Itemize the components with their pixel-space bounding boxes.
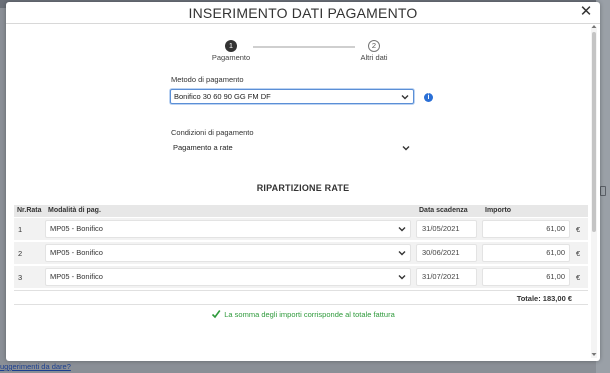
installment-number: 2 (18, 249, 23, 258)
validation-text: La somma degli importi corrisponde al to… (224, 310, 395, 319)
step-other-data[interactable]: 2 Altri dati (352, 40, 396, 62)
installment-mode-value: MP05 - Bonifico (50, 224, 103, 233)
info-icon[interactable]: i (424, 93, 433, 102)
payment-method-select[interactable]: Bonifico 30 60 90 GG FM DF (170, 89, 414, 104)
total-amount: Totale: 183,00 € (516, 294, 572, 303)
payment-terms-value: Pagamento a rate (173, 143, 233, 152)
stepper-connector (253, 46, 355, 48)
modal-header: INSERIMENTO DATI PAGAMENTO ✕ (6, 2, 600, 24)
installment-number: 3 (18, 273, 23, 282)
currency-symbol: € (576, 249, 581, 258)
step-label: Pagamento (211, 53, 251, 62)
close-icon[interactable]: ✕ (578, 4, 594, 20)
installment-due-date-input[interactable]: 30/06/2021 (416, 244, 477, 262)
background-scroll-marker (600, 186, 606, 196)
chevron-down-icon (401, 95, 409, 100)
check-icon (212, 310, 221, 319)
suggestions-link[interactable]: uggerimenti da dare? (0, 362, 71, 371)
column-header-mode: Modalità di pag. (48, 207, 101, 214)
total-row: Totale: 183,00 € (14, 290, 588, 305)
step-number: 2 (368, 40, 380, 52)
installment-mode-select[interactable]: MP05 - Bonifico (45, 268, 411, 286)
column-header-due-date: Data scadenza (419, 207, 468, 214)
currency-symbol: € (576, 273, 581, 282)
installment-number: 1 (18, 225, 23, 234)
payment-method-label: Metodo di pagamento (171, 75, 244, 84)
scroll-up-icon[interactable] (591, 24, 597, 29)
installment-due-date-input[interactable]: 31/07/2021 (416, 268, 477, 286)
installment-due-date-input[interactable]: 31/05/2021 (416, 220, 477, 238)
step-number: 1 (225, 40, 237, 52)
currency-symbol: € (576, 225, 581, 234)
scroll-down-icon[interactable] (591, 352, 597, 357)
table-row: 2 MP05 - Bonifico 30/06/2021 61,00 € (14, 242, 588, 264)
installment-amount-input[interactable]: 61,00 (482, 268, 570, 286)
installments-table-header: Nr.Rata Modalità di pag. Data scadenza I… (14, 205, 588, 217)
column-header-number: Nr.Rata (17, 207, 42, 214)
table-row: 3 MP05 - Bonifico 31/07/2021 61,00 € (14, 266, 588, 288)
installment-mode-select[interactable]: MP05 - Bonifico (45, 244, 411, 262)
installment-amount-input[interactable]: 61,00 (482, 244, 570, 262)
payment-terms-label: Condizioni di pagamento (171, 128, 254, 137)
payment-method-value: Bonifico 30 60 90 GG FM DF (174, 92, 271, 101)
column-header-amount: Importo (485, 207, 512, 214)
modal-title: INSERIMENTO DATI PAGAMENTO (188, 5, 418, 21)
chevron-down-icon (398, 275, 406, 280)
chevron-down-icon (398, 251, 406, 256)
installment-amount-input[interactable]: 61,00 (482, 220, 570, 238)
payment-terms-select[interactable]: Pagamento a rate (170, 141, 414, 156)
chevron-down-icon (398, 227, 406, 232)
step-payment[interactable]: 1 Pagamento (209, 40, 253, 62)
payment-data-modal: INSERIMENTO DATI PAGAMENTO ✕ 1 Pagamento… (6, 2, 600, 361)
installments-title: RIPARTIZIONE RATE (256, 183, 350, 193)
step-label: Altri dati (360, 53, 388, 62)
table-row: 1 MP05 - Bonifico 31/05/2021 61,00 € (14, 218, 588, 240)
installment-mode-value: MP05 - Bonifico (50, 248, 103, 257)
installment-mode-value: MP05 - Bonifico (50, 272, 103, 281)
chevron-down-icon (402, 146, 410, 151)
validation-message: La somma degli importi corrisponde al to… (6, 309, 600, 319)
modal-scrollbar-thumb[interactable] (592, 32, 596, 232)
installment-mode-select[interactable]: MP05 - Bonifico (45, 220, 411, 238)
